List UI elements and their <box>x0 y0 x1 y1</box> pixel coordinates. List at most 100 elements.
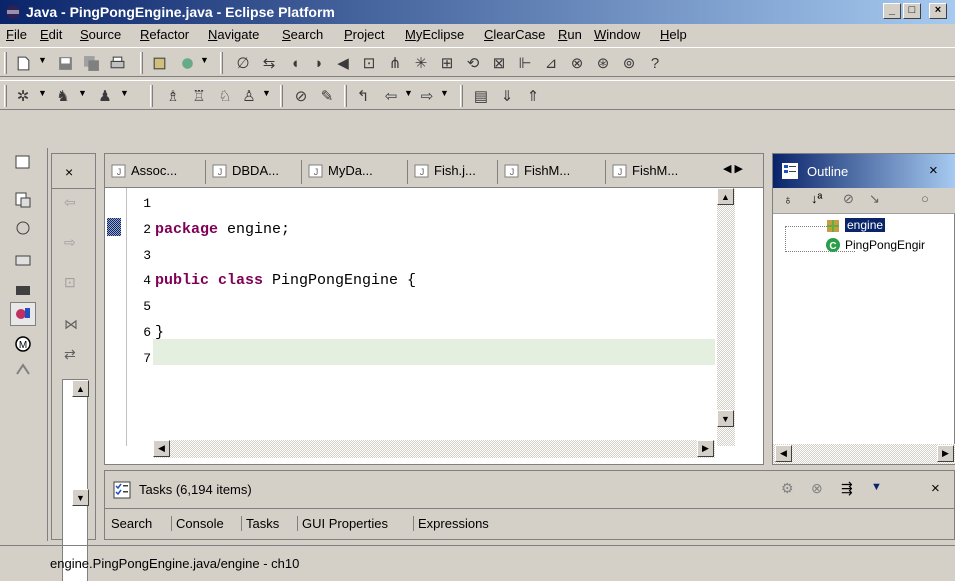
save-icon[interactable] <box>54 53 76 73</box>
new-java-project-icon[interactable]: ♗ <box>162 86 184 106</box>
myeclipse-perspective-icon[interactable]: M <box>10 332 36 356</box>
resource-perspective-icon[interactable] <box>10 188 36 212</box>
forward-dropdown-icon[interactable]: ▼ <box>440 88 449 98</box>
edit-perspective-icon[interactable] <box>10 276 36 300</box>
menu-source[interactable]: Source <box>80 27 121 42</box>
help-icon[interactable]: ? <box>644 53 666 73</box>
run-icon[interactable] <box>176 53 198 73</box>
find-icon[interactable]: ⊚ <box>618 53 640 73</box>
sort-icon[interactable]: ↓ª <box>811 191 822 206</box>
tab-search[interactable]: Search <box>111 516 152 531</box>
editor-tab[interactable]: J DBDA... <box>205 160 279 184</box>
menu-project[interactable]: Project <box>344 27 384 42</box>
back-dropdown-icon[interactable]: ▼ <box>404 88 413 98</box>
hide-static-icon[interactable]: ⊘ <box>843 191 854 207</box>
view-menu-dropdown-icon[interactable]: ▼ <box>871 481 882 493</box>
link-with-editor-icon[interactable]: ⇄ <box>64 346 76 363</box>
hierarchy-close-button[interactable]: × <box>65 164 73 180</box>
external-tools-icon[interactable]: ♟ <box>94 86 116 106</box>
run-as-dropdown-icon[interactable]: ▼ <box>78 88 87 98</box>
tab-scroll-arrows-icon[interactable]: ◀ ▶ <box>723 162 743 175</box>
merge-icon[interactable]: ⋔ <box>384 53 406 73</box>
save-all-icon[interactable] <box>80 53 102 73</box>
history-icon[interactable]: ◀ <box>332 53 354 73</box>
menu-file[interactable]: File <box>6 27 27 42</box>
view-menu-arrows-icon[interactable]: ⇶ <box>841 480 853 497</box>
tasks-close-button[interactable]: × <box>931 480 940 497</box>
run-dropdown-icon[interactable]: ▼ <box>200 55 209 65</box>
menu-icon[interactable]: ○ <box>921 191 929 206</box>
editor-tab[interactable]: J FishM... <box>497 160 570 184</box>
menu-help[interactable]: Help <box>660 27 687 42</box>
menu-edit[interactable]: Edit <box>40 27 62 42</box>
new-dropdown-icon[interactable]: ▼ <box>38 55 47 65</box>
code-area[interactable]: package engine; public class PingPongEng… <box>155 191 715 372</box>
back-history-icon[interactable]: ⇦ <box>64 194 76 211</box>
filter-icon[interactable]: ⚙ <box>781 480 794 497</box>
version-tree-icon[interactable]: ⟲ <box>462 53 484 73</box>
debug-icon[interactable]: ✲ <box>12 86 34 106</box>
tab-tasks[interactable]: Tasks <box>241 516 280 531</box>
new-dropdown-icon-2[interactable]: ▼ <box>262 88 271 98</box>
open-perspective-icon[interactable] <box>10 150 36 174</box>
scroll-up-button[interactable]: ▲ <box>72 380 89 397</box>
tab-expressions[interactable]: Expressions <box>413 516 489 531</box>
scroll-down-button[interactable]: ▼ <box>72 489 89 506</box>
editor-horizontal-scrollbar[interactable]: ◀ ▶ <box>153 440 715 458</box>
star-icon[interactable]: ✳ <box>410 53 432 73</box>
collapse-all-icon[interactable]: ⋈ <box>64 316 78 333</box>
prev-annotation-icon[interactable]: ⇑ <box>522 86 544 106</box>
checkout-icon[interactable]: ◗ <box>308 53 330 73</box>
debug-perspective-icon[interactable] <box>10 216 36 240</box>
forward-history-icon[interactable]: ⇨ <box>64 234 76 251</box>
search-icon[interactable]: ⊘ <box>290 86 312 106</box>
close-button[interactable]: × <box>929 3 947 19</box>
scroll-up-button[interactable]: ▲ <box>717 188 734 205</box>
menu-run[interactable]: Run <box>558 27 582 42</box>
back-icon[interactable]: ⇦ <box>380 86 402 106</box>
run-as-icon[interactable]: ♞ <box>52 86 74 106</box>
menu-refactor[interactable]: Refactor <box>140 27 189 42</box>
outline-item-class[interactable]: PingPongEngir <box>845 238 925 252</box>
external-tools-dropdown-icon[interactable]: ▼ <box>120 88 129 98</box>
forward-icon[interactable]: ⇨ <box>416 86 438 106</box>
scroll-left-button[interactable]: ◀ <box>153 440 170 457</box>
menu-search[interactable]: Search <box>282 27 323 42</box>
hide-non-public-icon[interactable]: ↘ <box>869 191 880 207</box>
activity-icon[interactable]: ⊛ <box>592 53 614 73</box>
update-icon[interactable]: ⊿ <box>540 53 562 73</box>
menu-clearcase[interactable]: ClearCase <box>484 27 545 42</box>
scroll-down-button[interactable]: ▼ <box>717 410 734 427</box>
open-type-icon[interactable] <box>148 53 170 73</box>
java-editor[interactable]: J Assoc... J DBDA... J MyDa... J Fish.j... J… <box>104 153 764 465</box>
editor-tab[interactable]: J Assoc... <box>105 160 177 184</box>
editor-tab[interactable]: J FishM... <box>605 160 678 184</box>
new-icon[interactable] <box>12 53 34 73</box>
outline-horizontal-scrollbar[interactable]: ◀ ▶ <box>773 444 955 464</box>
up-icon[interactable]: ⊡ <box>64 274 76 291</box>
editor-vertical-scrollbar[interactable]: ▲ ▼ <box>717 188 735 446</box>
outline-item-engine[interactable]: engine <box>845 218 886 232</box>
debug-dropdown-icon[interactable]: ▼ <box>38 88 47 98</box>
new-interface-icon[interactable]: ♙ <box>238 86 260 106</box>
print-icon[interactable] <box>106 53 128 73</box>
scroll-left-button[interactable]: ◀ <box>775 445 792 462</box>
scroll-right-button[interactable]: ▶ <box>937 445 954 462</box>
menu-window[interactable]: Window <box>594 27 640 42</box>
properties-icon[interactable]: ⊞ <box>436 53 458 73</box>
editor-tab[interactable]: J MyDa... <box>301 160 373 184</box>
config-icon[interactable]: ⊗ <box>566 53 588 73</box>
cvs-perspective-icon[interactable] <box>10 246 36 270</box>
synchronize-icon[interactable]: ⇆ <box>258 53 280 73</box>
last-edit-icon[interactable]: ↰ <box>352 86 374 106</box>
outline-close-button[interactable]: × <box>929 162 938 179</box>
checkin-icon[interactable]: ◖ <box>284 53 306 73</box>
compare-icon[interactable]: ⊡ <box>358 53 380 73</box>
edit-icon[interactable]: ✎ <box>316 86 338 106</box>
tab-gui-properties[interactable]: GUI Properties <box>297 516 388 531</box>
editor-tab[interactable]: J Fish.j... <box>407 160 476 184</box>
show-source-icon[interactable]: ▤ <box>470 86 492 106</box>
java-perspective-icon[interactable] <box>10 302 36 326</box>
menu-navigate[interactable]: Navigate <box>208 27 259 42</box>
delete-completed-icon[interactable]: ⊗ <box>811 480 823 497</box>
